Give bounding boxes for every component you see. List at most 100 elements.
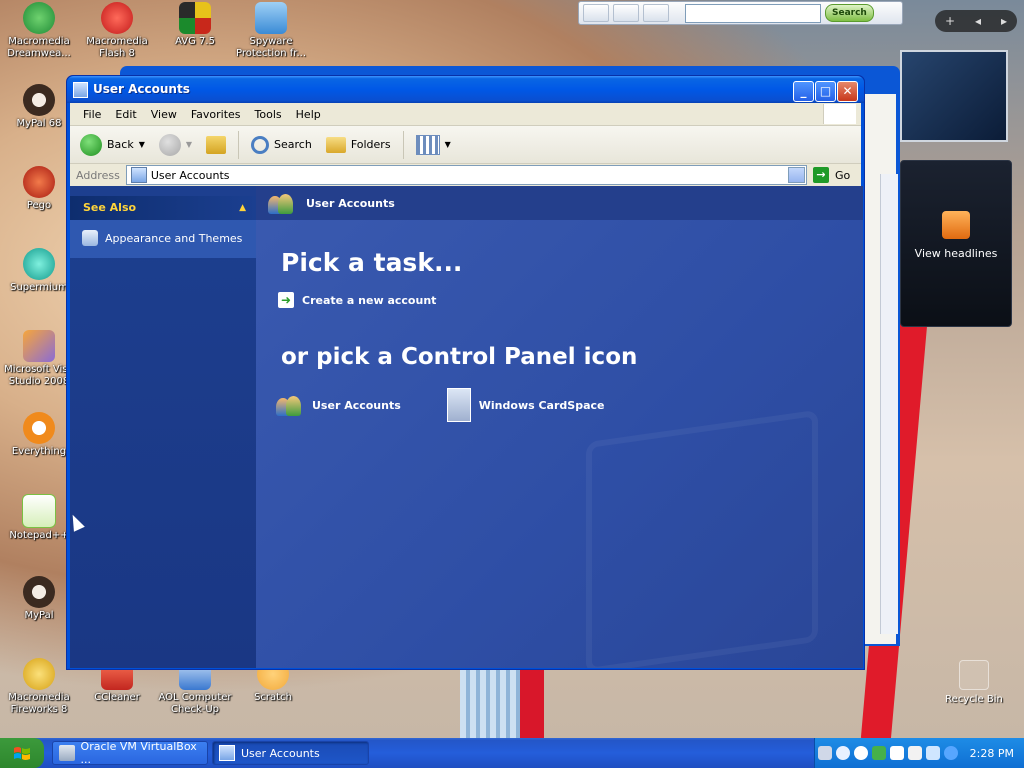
maximize-button[interactable]: □ <box>815 81 836 102</box>
search-button[interactable]: Search <box>247 134 316 156</box>
content-header-title: User Accounts <box>306 196 395 210</box>
tray-network-icon[interactable] <box>835 746 850 760</box>
back-button[interactable]: Back ▼ <box>76 132 149 158</box>
folders-icon <box>325 136 346 153</box>
menu-tools[interactable]: Tools <box>248 108 289 121</box>
virtualbox-icon <box>59 745 75 761</box>
up-folder-icon <box>206 135 227 154</box>
collapse-chevron-icon[interactable]: ▲ <box>239 196 246 220</box>
start-button[interactable] <box>0 738 44 768</box>
desktop-icon-mypal[interactable]: MyPal <box>2 576 76 622</box>
views-grid-icon <box>415 134 440 155</box>
cardspace-icon <box>446 388 471 422</box>
menu-edit[interactable]: Edit <box>108 108 143 121</box>
taskbar-button-user-accounts[interactable]: User Accounts <box>212 741 369 765</box>
menu-view[interactable]: View <box>144 108 184 121</box>
desktop-icon-label: Macromedia Flash 8 <box>86 36 148 59</box>
window-title: User Accounts <box>93 82 190 96</box>
desktop-icon-avg[interactable]: AVG 7.5 <box>158 2 232 48</box>
up-folder-button[interactable] <box>202 134 230 156</box>
notepadpp-icon <box>22 494 56 528</box>
user-accounts-icon <box>276 394 304 416</box>
tray-keyboard-icon[interactable] <box>817 746 832 760</box>
desktop-icon-label: Spyware Protection fr... <box>235 36 307 59</box>
menu-favorites[interactable]: Favorites <box>184 108 248 121</box>
gadget-photo[interactable] <box>900 50 1008 142</box>
desktop-icon-label: Everything <box>11 446 67 457</box>
gadget-next-icon[interactable]: ▸ <box>1001 14 1007 28</box>
windows-logo-icon <box>823 104 856 124</box>
tray-monitor-icon[interactable] <box>925 746 940 760</box>
desktop-icon-dreamweaver[interactable]: Macromedia Dreamwea... <box>2 2 76 60</box>
recycle-bin[interactable]: Recycle Bin <box>936 660 1012 705</box>
desktop-icon-supermium[interactable]: Supermium <box>2 248 76 294</box>
desktop-icon-notepadpp[interactable]: Notepad++ <box>2 494 76 542</box>
toolbar-person-icon[interactable] <box>643 4 669 22</box>
address-dropdown-icon[interactable] <box>788 167 805 183</box>
tray-volume-icon[interactable] <box>853 746 868 760</box>
gadget-prev-icon[interactable]: ◂ <box>975 14 981 28</box>
taskbar: Oracle VM VirtualBox ... User Accounts 2… <box>0 738 1024 768</box>
address-label: Address <box>76 168 120 182</box>
address-value: User Accounts <box>150 168 230 182</box>
forward-dropdown-icon[interactable]: ▼ <box>186 140 192 149</box>
supermium-icon <box>23 248 55 280</box>
tray-clock[interactable]: 2:28 PM <box>970 747 1014 760</box>
back-label: Back <box>107 138 134 151</box>
add-gadget-icon[interactable]: + <box>945 14 955 28</box>
address-field[interactable]: User Accounts <box>125 165 807 185</box>
desktop-icon-label: Microsoft Visu Studio 2008 <box>4 364 74 387</box>
folders-button[interactable]: Folders <box>322 135 395 155</box>
mypal-icon <box>23 84 55 116</box>
toolbar-network-icon[interactable] <box>583 4 609 22</box>
desktop-icon-fireworks[interactable]: Macromedia Fireworks 8 <box>2 658 76 716</box>
views-dropdown-icon: ▼ <box>444 140 451 149</box>
title-bar[interactable]: User Accounts _ □ ✕ <box>67 76 864 103</box>
desktop-icon-visual-studio[interactable]: Microsoft Visu Studio 2008 <box>2 330 76 388</box>
desktop-icon-spyware[interactable]: Spyware Protection fr... <box>234 2 308 60</box>
close-button[interactable]: ✕ <box>837 81 858 102</box>
desktop-icon-flash[interactable]: Macromedia Flash 8 <box>80 2 154 60</box>
views-button[interactable]: ▼ <box>412 133 455 157</box>
gadget-feed-headlines[interactable]: View headlines <box>900 160 1012 327</box>
toolbar-search-button[interactable]: Search <box>825 4 874 22</box>
appearance-themes-link[interactable]: Appearance and Themes <box>82 230 242 246</box>
go-button[interactable]: → Go <box>807 167 861 183</box>
dreamweaver-icon <box>23 2 55 34</box>
desktop-icon-label: AVG 7.5 <box>175 36 215 47</box>
forward-arrow-icon <box>158 133 181 156</box>
appearance-themes-icon <box>82 230 98 246</box>
minimize-button[interactable]: _ <box>793 81 814 102</box>
spyware-icon <box>255 2 287 34</box>
wallpaper-stripe-red-2 <box>518 665 544 745</box>
tray-media-icon[interactable] <box>889 746 904 760</box>
desktop-icon-label: CCleaner <box>94 692 140 703</box>
tray-ie-icon[interactable] <box>943 746 958 760</box>
forward-button[interactable]: ▼ <box>155 132 196 158</box>
tray-update-icon[interactable] <box>907 746 922 760</box>
cp-user-accounts[interactable]: User Accounts <box>276 388 401 422</box>
taskbar-button-label: User Accounts <box>241 746 320 760</box>
menu-file[interactable]: File <box>76 108 108 121</box>
desktop-icon-label: Supermium <box>10 282 68 293</box>
green-arrow-icon: ➜ <box>278 292 294 308</box>
toolbar-search-input[interactable] <box>685 3 821 23</box>
create-account-link[interactable]: ➜ Create a new account <box>278 292 436 308</box>
windows-flag-icon <box>14 747 30 760</box>
cp-windows-cardspace[interactable]: Windows CardSpace <box>446 388 604 422</box>
gadget-nav-bar: + ◂ ▸ <box>935 10 1017 32</box>
background-window-scrollbar[interactable] <box>880 174 898 634</box>
desktop-icon-everything[interactable]: Everything <box>2 412 76 458</box>
desktop-icon-label: Notepad++ <box>9 530 69 541</box>
navigation-toolbar: Back ▼ ▼ Search Folders ▼ <box>70 126 861 164</box>
tray-security-icon[interactable] <box>871 746 886 760</box>
desktop-icon-pego[interactable]: Pego <box>2 166 76 212</box>
toolbar-link-icon[interactable] <box>613 4 639 22</box>
control-panel-icons: User Accounts Windows CardSpace <box>276 388 604 422</box>
taskbar-button-virtualbox[interactable]: Oracle VM VirtualBox ... <box>52 740 208 766</box>
desktop-icon-mypal68[interactable]: MyPal 68 <box>2 84 76 130</box>
back-dropdown-icon[interactable]: ▼ <box>139 140 145 149</box>
menu-help[interactable]: Help <box>289 108 328 121</box>
see-also-header[interactable]: See Also ▲ <box>70 196 256 220</box>
control-panel-icon-heading: or pick a Control Panel icon <box>281 344 638 370</box>
